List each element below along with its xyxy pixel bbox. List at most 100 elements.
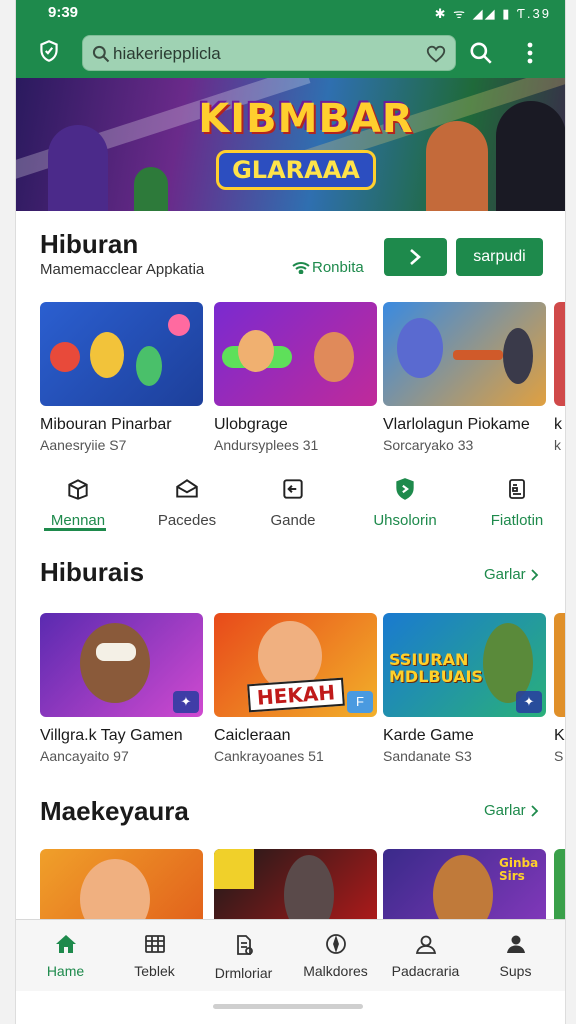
shield-check-icon[interactable] — [36, 38, 62, 64]
game-thumb-text: Ginba Sirs — [499, 856, 539, 883]
section-title: Maekeyaura — [40, 796, 189, 826]
heart-icon[interactable] — [425, 43, 447, 65]
app-title: Mibouran Pinarbar — [40, 416, 172, 433]
game-thumb-text: SSIURAN MDLBUAIS — [389, 650, 483, 686]
see-more-link[interactable]: Garlar — [484, 566, 539, 583]
game-card[interactable]: HEKAH F Caicleraan Cankrayoanes 51 — [214, 613, 377, 764]
app-title: Vlarlolagun Piokame — [383, 416, 530, 433]
tab-uhsolorin[interactable]: Uhsolorin — [355, 471, 455, 535]
document-stack-icon — [236, 935, 253, 955]
app-title: k — [554, 416, 562, 433]
login-box-icon — [283, 479, 303, 499]
envelope-open-icon — [176, 479, 198, 498]
game-card[interactable]: SSIURAN MDLBUAIS ✦ Karde Game Sandanate … — [383, 613, 546, 764]
app-card[interactable]: k k — [554, 302, 565, 453]
game-thumbnail: HEKAH F — [214, 613, 377, 717]
nav-label: Sups — [499, 963, 532, 979]
section-title: Hiburais — [40, 557, 145, 587]
app-card[interactable]: Mibouran Pinarbar Aanesryiie S7 — [40, 302, 203, 453]
game-card[interactable] — [214, 849, 377, 921]
app-frame: 9:39 ✱ ᯤ ◢◢ ▮ Ƭ.39 hiakeriepplicla KIBMB… — [16, 0, 565, 1024]
search-icon[interactable] — [468, 40, 494, 66]
app-subtitle: Andursyplees 31 — [214, 437, 319, 453]
sarpudi-button[interactable]: sarpudi — [456, 238, 543, 276]
active-tab-indicator — [44, 528, 106, 531]
nav-label: Hame — [46, 963, 85, 979]
section-title: Hiburan — [40, 229, 139, 259]
app-card[interactable]: Vlarlolagun Piokame Sorcaryako 33 — [383, 302, 546, 453]
tab-mennan[interactable]: Mennan — [28, 471, 128, 535]
featured-card-row: Mibouran Pinarbar Aanesryiie S7 Ulobgrag… — [40, 302, 565, 462]
tab-label: Fiatlotin — [490, 512, 544, 529]
compass-icon — [325, 934, 346, 954]
section-link[interactable]: Ronbita — [292, 259, 364, 276]
status-time: 9:39 — [48, 4, 79, 21]
chevron-right-icon — [531, 805, 538, 817]
game-thumbnail — [554, 849, 565, 921]
tab-label: Uhsolorin — [373, 512, 437, 529]
nav-label: Padacraria — [391, 963, 460, 979]
nav-teblek[interactable]: Teblek — [109, 920, 200, 992]
game-subtitle: S — [554, 748, 564, 764]
search-bar[interactable] — [82, 35, 456, 71]
tab-gande[interactable]: Gande — [243, 471, 343, 535]
game-card-row: ✦ Villgra.k Tay Gamen Aancayaito 97 HEKA… — [40, 613, 565, 773]
home-icon — [55, 935, 76, 953]
game-title: Caicleraan — [214, 727, 291, 744]
user-icon — [506, 935, 525, 953]
promo-banner[interactable]: KIBMBAR GLARAAA — [16, 78, 565, 211]
next-button[interactable] — [384, 238, 447, 276]
tab-label: Gande — [270, 512, 316, 529]
tab-pacedes[interactable]: Pacedes — [137, 471, 237, 535]
chevron-right-icon — [410, 249, 421, 265]
tab-fiatlotin[interactable]: Fiatlotin — [467, 471, 565, 535]
game-card[interactable] — [40, 849, 203, 921]
nav-label: Drmloriar — [214, 965, 273, 981]
game-subtitle: Sandanate S3 — [383, 748, 472, 764]
category-tabs: Mennan Pacedes Gande Uhsolorin Fiatlotin — [16, 471, 565, 535]
game-title: Karde Game — [383, 727, 474, 744]
game-badge: ✦ — [173, 691, 199, 713]
search-input[interactable] — [113, 42, 413, 66]
nav-padacraria[interactable]: Padacraria — [380, 920, 471, 992]
more-vert-icon[interactable] — [520, 40, 540, 66]
section-link-label: Ronbita — [312, 259, 364, 276]
box-open-icon — [68, 479, 88, 500]
game-thumbnail: Ginba Sirs — [383, 849, 546, 921]
game-thumbnail: SSIURAN MDLBUAIS ✦ — [383, 613, 546, 717]
chevron-right-icon — [531, 569, 538, 581]
app-subtitle: k — [554, 437, 561, 453]
game-badge: ✦ — [516, 691, 542, 713]
nav-sups[interactable]: Sups — [470, 920, 561, 992]
app-title: Ulobgrage — [214, 416, 288, 433]
home-indicator[interactable] — [213, 1004, 363, 1009]
shield-heart-icon — [396, 478, 414, 500]
bottom-nav: Hame Teblek Drmloriar Malkdores Padacrar… — [16, 919, 565, 991]
person-icon — [415, 935, 436, 954]
game-thumb-text: HEKAH — [247, 677, 345, 713]
grid-icon — [144, 935, 165, 953]
nav-malkdores[interactable]: Malkdores — [290, 920, 381, 992]
game-thumbnail — [214, 849, 377, 921]
list-card-icon — [509, 479, 525, 499]
top-bar: 9:39 ✱ ᯤ ◢◢ ▮ Ƭ.39 — [16, 0, 565, 78]
section-subtitle: Mamemacclear Appkatia — [40, 261, 205, 278]
game-card[interactable]: Ginba Sirs — [383, 849, 546, 921]
nav-home[interactable]: Hame — [20, 920, 111, 992]
app-card[interactable]: Ulobgrage Andursyplees 31 — [214, 302, 377, 453]
banner-title: KIBMBAR — [198, 96, 414, 142]
app-subtitle: Sorcaryako 33 — [383, 437, 474, 453]
game-card[interactable]: ✦ Villgra.k Tay Gamen Aancayaito 97 — [40, 613, 203, 764]
app-thumbnail — [214, 302, 377, 406]
game-title: K — [554, 727, 565, 744]
nav-drmloriar[interactable]: Drmloriar — [198, 920, 289, 992]
nav-label: Teblek — [134, 963, 175, 979]
app-thumbnail — [383, 302, 546, 406]
nav-label: Malkdores — [303, 963, 368, 979]
wifi-icon — [292, 262, 310, 275]
game-subtitle: Cankrayoanes 51 — [214, 748, 324, 764]
see-more-link[interactable]: Garlar — [484, 802, 539, 819]
app-thumbnail — [40, 302, 203, 406]
game-card[interactable] — [554, 849, 565, 921]
game-card[interactable]: K S — [554, 613, 565, 764]
